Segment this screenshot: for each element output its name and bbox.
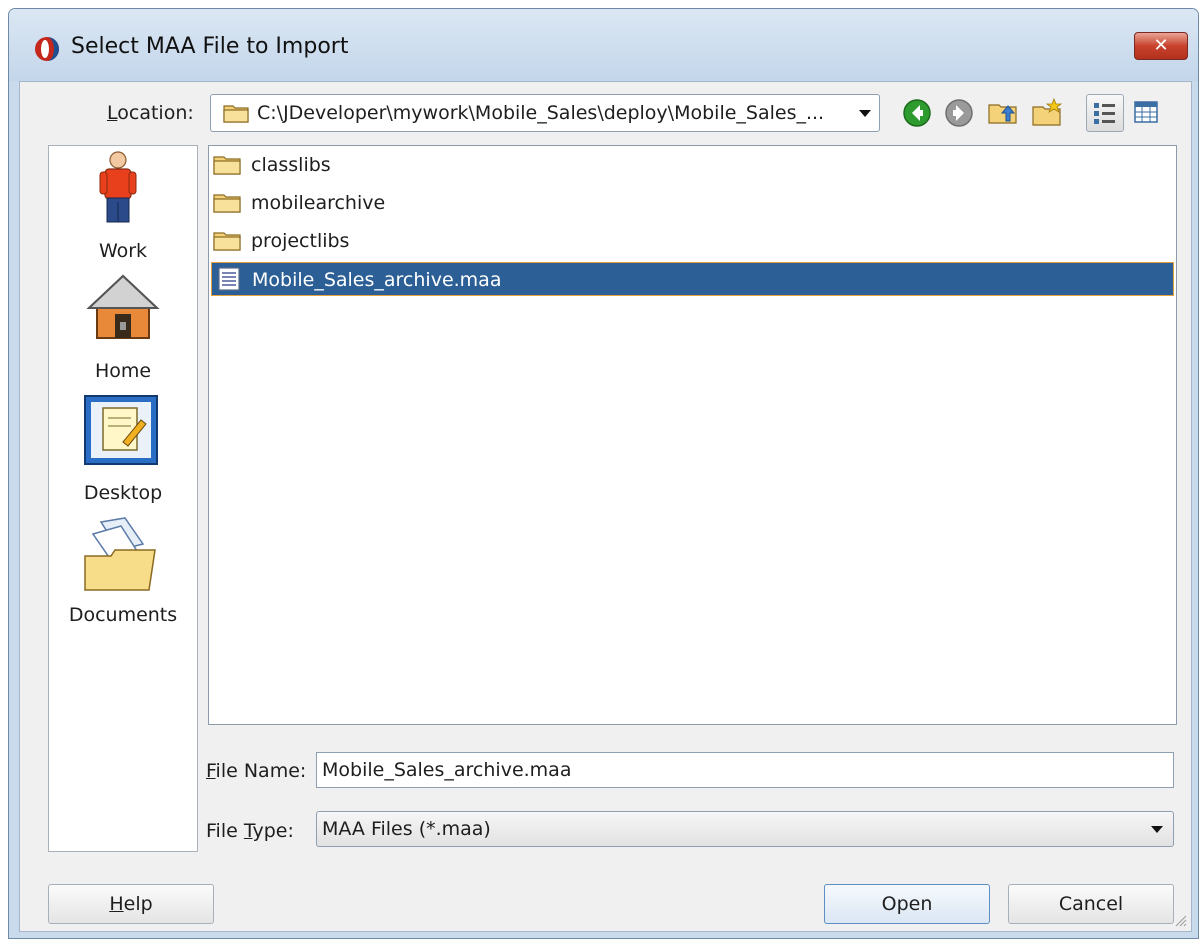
close-icon: ✕ bbox=[1153, 35, 1169, 56]
place-label: Home bbox=[94, 360, 152, 382]
place-label: Work bbox=[98, 240, 148, 262]
place-work[interactable]: Work bbox=[49, 146, 197, 266]
file-name: projectlibs bbox=[251, 230, 350, 252]
file-type-label: File Type: bbox=[206, 820, 294, 842]
up-folder-icon[interactable] bbox=[986, 96, 1020, 130]
place-desktop[interactable]: Desktop bbox=[49, 390, 197, 510]
close-button[interactable]: ✕ bbox=[1134, 32, 1188, 60]
open-button[interactable]: Open bbox=[824, 884, 990, 924]
location-combobox[interactable]: C:\JDeveloper\mywork\Mobile_Sales\deploy… bbox=[210, 94, 880, 132]
new-folder-icon[interactable] bbox=[1030, 96, 1064, 130]
list-item[interactable]: projectlibs bbox=[211, 224, 1174, 258]
help-button[interactable]: Help bbox=[48, 884, 214, 924]
list-item-selected[interactable]: Mobile_Sales_archive.maa bbox=[211, 262, 1174, 296]
chevron-down-icon bbox=[1151, 826, 1163, 833]
desktop-icon bbox=[84, 395, 158, 465]
jdeveloper-app-icon bbox=[35, 37, 59, 61]
file-name-label: File Name: bbox=[206, 760, 307, 782]
file-name: Mobile_Sales_archive.maa bbox=[252, 269, 502, 291]
file-name-value: Mobile_Sales_archive.maa bbox=[322, 759, 572, 781]
location-label: Location: bbox=[107, 102, 194, 124]
window-title: Select MAA File to Import bbox=[71, 34, 349, 59]
resize-grip-icon[interactable] bbox=[1173, 913, 1187, 927]
places-sidebar: Work Home Desktop Documents bbox=[48, 145, 198, 852]
file-list[interactable]: classlibs mobilearchive projectlibs Mobi… bbox=[208, 145, 1177, 725]
place-label: Documents bbox=[68, 604, 178, 626]
work-person-icon bbox=[99, 151, 137, 223]
folder-icon bbox=[213, 156, 241, 175]
select-maa-file-dialog: Select MAA File to Import ✕ Location: C:… bbox=[8, 8, 1199, 939]
place-documents[interactable]: Documents bbox=[49, 510, 197, 632]
dialog-content: Location: C:\JDeveloper\mywork\Mobile_Sa… bbox=[19, 81, 1192, 932]
forward-icon[interactable] bbox=[942, 96, 976, 130]
folder-icon bbox=[213, 194, 241, 213]
file-icon bbox=[218, 267, 240, 291]
folder-icon bbox=[213, 232, 241, 251]
location-path: C:\JDeveloper\mywork\Mobile_Sales\deploy… bbox=[257, 102, 825, 124]
list-view-button[interactable] bbox=[1086, 94, 1124, 132]
list-view-icon bbox=[1094, 103, 1115, 124]
folder-icon bbox=[223, 105, 249, 123]
documents-icon bbox=[84, 517, 156, 591]
list-item[interactable]: classlibs bbox=[211, 148, 1174, 182]
back-icon[interactable] bbox=[900, 96, 934, 130]
place-label: Desktop bbox=[83, 482, 163, 504]
place-home[interactable]: Home bbox=[49, 268, 197, 388]
file-name: classlibs bbox=[251, 154, 331, 176]
file-name: mobilearchive bbox=[251, 192, 386, 214]
file-name-field[interactable]: Mobile_Sales_archive.maa bbox=[316, 752, 1174, 788]
details-view-icon bbox=[1134, 101, 1158, 123]
home-icon bbox=[86, 274, 160, 339]
list-item[interactable]: mobilearchive bbox=[211, 186, 1174, 220]
chevron-down-icon bbox=[859, 110, 871, 117]
file-type-select[interactable]: MAA Files (*.maa) bbox=[316, 811, 1174, 847]
cancel-button[interactable]: Cancel bbox=[1008, 884, 1174, 924]
file-type-value: MAA Files (*.maa) bbox=[322, 818, 491, 840]
title-bar: Select MAA File to Import ✕ bbox=[9, 9, 1198, 81]
details-view-button[interactable] bbox=[1128, 94, 1166, 132]
